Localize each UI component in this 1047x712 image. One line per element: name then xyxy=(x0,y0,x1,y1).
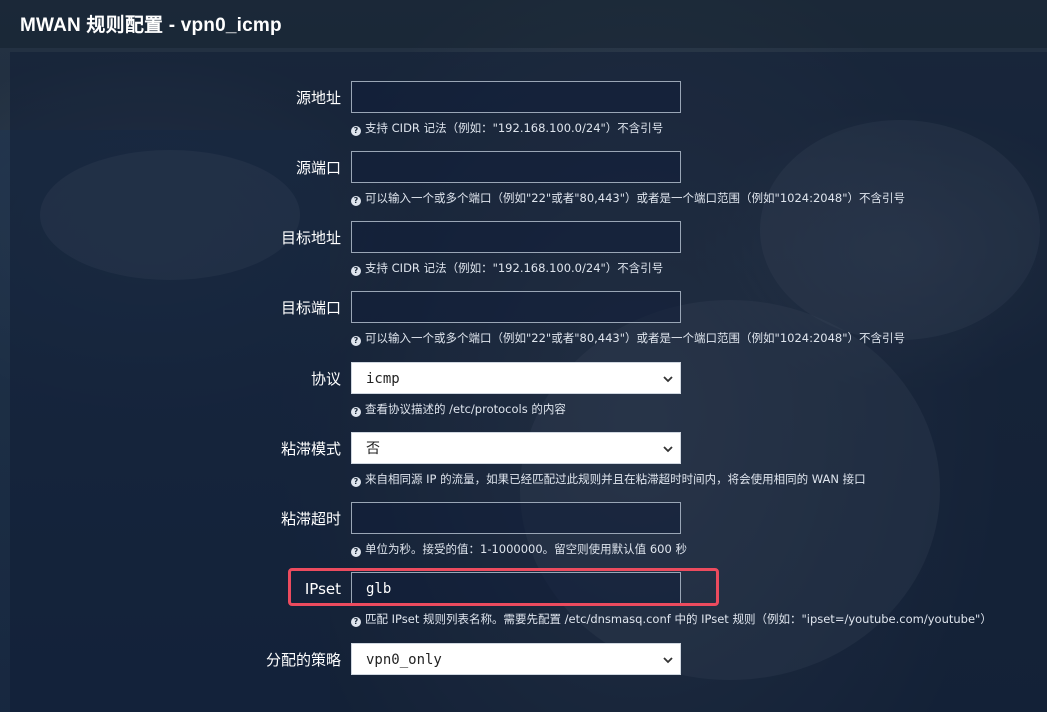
hint-text: 查看协议描述的 /etc/protocols 的内容 xyxy=(365,402,566,416)
field-label: 协议 xyxy=(310,370,341,388)
help-circle-icon: ? xyxy=(351,477,361,487)
sticky-mode-select[interactable]: 否 xyxy=(351,432,681,464)
field-hint: ? 匹配 IPset 规则列表名称。需要先配置 /etc/dnsmasq.conf… xyxy=(351,612,992,627)
help-circle-icon: ? xyxy=(351,617,361,627)
source-port-input[interactable] xyxy=(351,151,681,183)
field-value: icmp xyxy=(366,371,400,387)
chevron-down-icon xyxy=(663,376,673,383)
field-value: vpn0_only xyxy=(366,652,442,668)
hint-text: 可以输入一个或多个端口（例如"22"或者"80,443"）或者是一个端口范围（例… xyxy=(365,191,906,205)
hint-text: 匹配 IPset 规则列表名称。需要先配置 /etc/dnsmasq.conf … xyxy=(365,612,992,626)
help-circle-icon: ? xyxy=(351,266,361,276)
chevron-down-icon xyxy=(663,657,673,664)
help-circle-icon: ? xyxy=(351,407,361,417)
help-circle-icon: ? xyxy=(351,336,361,346)
field-hint: ? 来自相同源 IP 的流量，如果已经匹配过此规则并且在粘滞超时时间内，将会使用相… xyxy=(351,472,866,487)
hint-text: 来自相同源 IP 的流量，如果已经匹配过此规则并且在粘滞超时时间内，将会使用相同… xyxy=(365,472,866,486)
hint-text: 支持 CIDR 记法（例如："192.168.100.0/24"）不含引号 xyxy=(365,261,664,275)
field-label: 目标端口 xyxy=(280,299,341,317)
page-title: MWAN 规则配置 - vpn0_icmp xyxy=(20,15,282,36)
field-label: 源端口 xyxy=(295,159,341,177)
field-hint: ? 支持 CIDR 记法（例如："192.168.100.0/24"）不含引号 xyxy=(351,121,663,136)
help-circle-icon: ? xyxy=(351,547,361,557)
highlight-box xyxy=(288,568,719,606)
destination-address-input[interactable] xyxy=(351,221,681,253)
field-hint: ? 支持 CIDR 记法（例如："192.168.100.0/24"）不含引号 xyxy=(351,261,663,276)
field-label: 粘滞超时 xyxy=(280,510,341,528)
field-label: 目标地址 xyxy=(280,229,341,247)
field-hint: ? 查看协议描述的 /etc/protocols 的内容 xyxy=(351,402,566,417)
hint-text: 单位为秒。接受的值：1-1000000。留空则使用默认值 600 秒 xyxy=(365,542,687,556)
help-circle-icon: ? xyxy=(351,196,361,206)
help-circle-icon: ? xyxy=(351,126,361,136)
field-hint: ? 可以输入一个或多个端口（例如"22"或者"80,443"）或者是一个端口范围（… xyxy=(351,331,905,346)
chevron-down-icon xyxy=(663,446,673,453)
field-label: 源地址 xyxy=(295,89,341,107)
field-hint: ? 可以输入一个或多个端口（例如"22"或者"80,443"）或者是一个端口范围（… xyxy=(351,191,905,206)
field-label: 分配的策略 xyxy=(265,651,341,669)
destination-port-input[interactable] xyxy=(351,291,681,323)
field-value: 否 xyxy=(366,441,380,457)
source-address-input[interactable] xyxy=(351,81,681,113)
field-hint: ? 单位为秒。接受的值：1-1000000。留空则使用默认值 600 秒 xyxy=(351,542,687,557)
field-label: 粘滞模式 xyxy=(280,440,341,458)
sticky-timeout-input[interactable] xyxy=(351,502,681,534)
title-bar: MWAN 规则配置 - vpn0_icmp xyxy=(0,0,1047,48)
assigned-policy-select[interactable]: vpn0_only xyxy=(351,643,681,675)
hint-text: 可以输入一个或多个端口（例如"22"或者"80,443"）或者是一个端口范围（例… xyxy=(365,331,906,345)
hint-text: 支持 CIDR 记法（例如："192.168.100.0/24"）不含引号 xyxy=(365,121,664,135)
protocol-select[interactable]: icmp xyxy=(351,362,681,394)
